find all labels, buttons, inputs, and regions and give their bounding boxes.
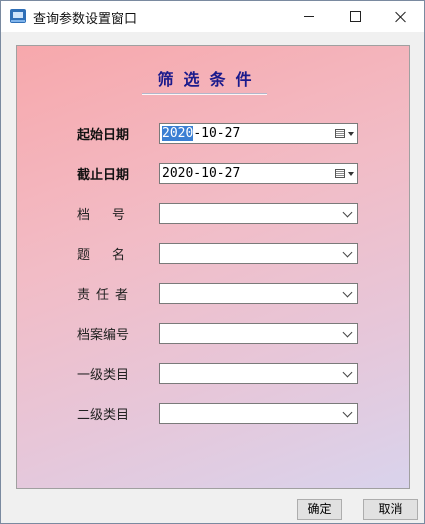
close-button[interactable] — [378, 1, 424, 32]
archive-no-label: 档号 — [77, 208, 148, 223]
file-no-label: 档案编号 — [77, 328, 130, 343]
chevron-down-icon — [342, 207, 353, 218]
title-bar[interactable]: 查询参数设置窗口 — [1, 1, 424, 32]
chevron-down-icon — [342, 287, 353, 298]
client-area: 筛选条件 起始日期 2020-10-27 截止日期 2020-10-27 档号 — [1, 32, 424, 523]
end-date-value: 2020-10-27 — [162, 166, 241, 181]
category2-label: 二级类目 — [77, 408, 130, 423]
dropdown-arrow-icon[interactable] — [348, 172, 354, 176]
start-date-selected-part: 2020 — [162, 126, 194, 141]
chevron-down-icon — [342, 407, 353, 418]
title-field-select[interactable] — [159, 243, 358, 264]
end-date-label: 截止日期 — [77, 168, 130, 183]
chevron-down-icon — [342, 247, 353, 258]
maximize-button[interactable] — [332, 1, 378, 32]
title-field-label: 题名 — [77, 248, 148, 263]
chevron-down-icon — [342, 327, 353, 338]
minimize-icon — [304, 16, 314, 17]
category1-label: 一级类目 — [77, 368, 130, 383]
cancel-button[interactable]: 取消 — [363, 499, 418, 520]
calendar-icon[interactable] — [335, 129, 345, 138]
start-date-value: 2020-10-27 — [162, 125, 240, 142]
minimize-button[interactable] — [286, 1, 332, 32]
close-icon — [395, 11, 407, 23]
chevron-down-icon — [342, 367, 353, 378]
category2-select[interactable] — [159, 403, 358, 424]
archive-no-select[interactable] — [159, 203, 358, 224]
responsible-label: 责任者 — [77, 288, 135, 303]
filter-panel: 筛选条件 起始日期 2020-10-27 截止日期 2020-10-27 档号 — [16, 45, 410, 489]
start-date-rest: -10-27 — [193, 126, 241, 141]
start-date-label: 起始日期 — [77, 128, 130, 143]
start-date-picker[interactable]: 2020-10-27 — [159, 123, 358, 144]
panel-title: 筛选条件 — [157, 70, 262, 89]
end-date-picker[interactable]: 2020-10-27 — [159, 163, 358, 184]
title-divider — [142, 93, 267, 95]
app-icon — [10, 9, 26, 23]
maximize-icon — [349, 11, 361, 22]
window-title: 查询参数设置窗口 — [33, 12, 138, 27]
responsible-select[interactable] — [159, 283, 358, 304]
query-settings-window: 查询参数设置窗口 筛选条件 起始日期 2020-10-27 截止日期 2020-… — [0, 0, 425, 524]
ok-button[interactable]: 确定 — [297, 499, 342, 520]
file-no-select[interactable] — [159, 323, 358, 344]
calendar-icon[interactable] — [335, 169, 345, 178]
category1-select[interactable] — [159, 363, 358, 384]
dropdown-arrow-icon[interactable] — [348, 132, 354, 136]
